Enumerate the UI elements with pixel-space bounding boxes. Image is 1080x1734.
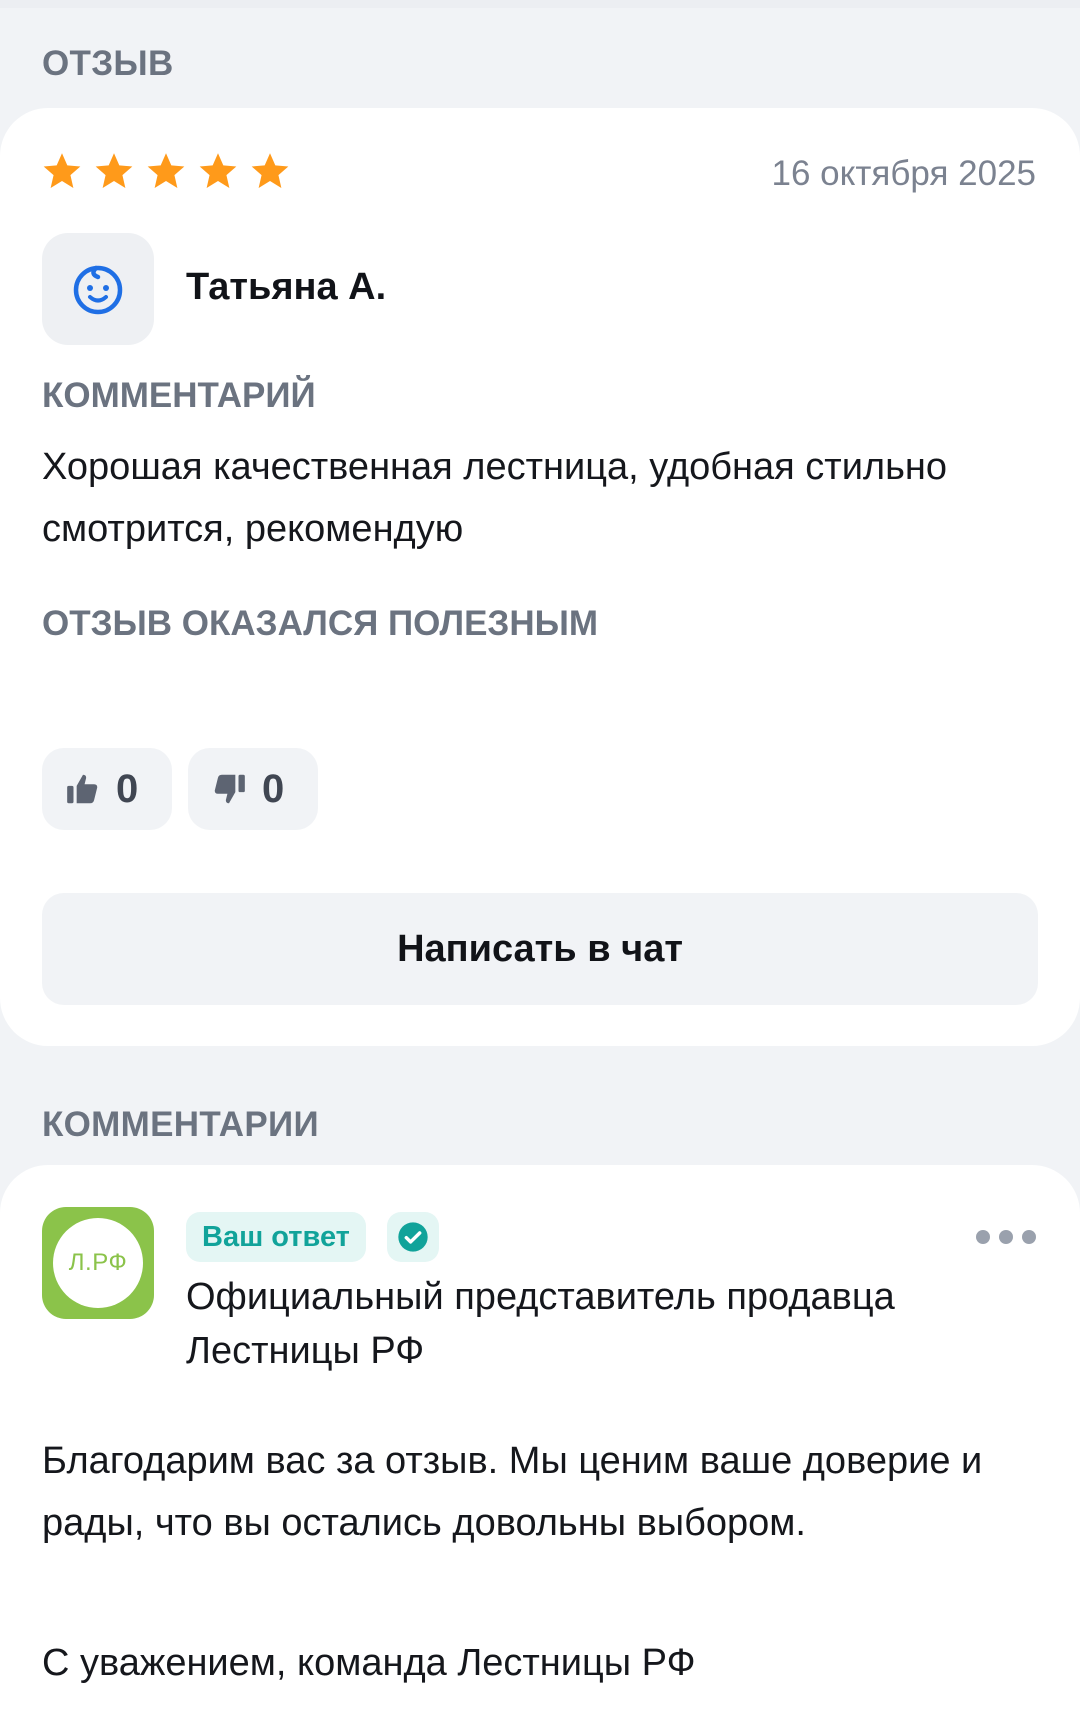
more-options-button[interactable]: [976, 1224, 1036, 1250]
star-icon: [199, 153, 237, 188]
avatar: [42, 233, 154, 345]
star-icon: [147, 153, 185, 188]
your-answer-badge: Ваш ответ: [186, 1212, 366, 1262]
helpful-heading: ОТЗЫВ ОКАЗАЛСЯ ПОЛЕЗНЫМ: [42, 604, 599, 643]
rating-stars: [40, 150, 292, 196]
write-to-chat-button[interactable]: Написать в чат: [42, 893, 1038, 1005]
review-date: 16 октября 2025: [771, 154, 1036, 193]
more-dots-icon: [976, 1230, 990, 1244]
seller-logo-text: Л.РФ: [53, 1218, 143, 1308]
seller-logo: Л.РФ: [42, 1207, 154, 1319]
review-page: ОТЗЫВ 16 октября 2025 Татьяна А. КОММЕНТ…: [0, 0, 1080, 1734]
baby-face-icon: [73, 265, 123, 315]
comments-section-heading: КОММЕНТАРИИ: [42, 1105, 319, 1144]
more-dot: [999, 1230, 1013, 1244]
seller-reply-text: Благодарим вас за отзыв. Мы ценим ваше д…: [42, 1440, 983, 1544]
like-count: 0: [116, 766, 139, 811]
like-button[interactable]: 0: [42, 748, 172, 830]
comment-heading: КОММЕНТАРИЙ: [42, 376, 316, 415]
dislike-count: 0: [262, 766, 285, 811]
verified-badge: [387, 1212, 439, 1262]
top-divider: [0, 0, 1080, 8]
dislike-button[interactable]: 0: [188, 748, 318, 830]
star-icon: [95, 153, 133, 188]
review-section-heading: ОТЗЫВ: [42, 44, 174, 83]
seller-reply-card: Л.РФ Ваш ответ Официальный представитель…: [0, 1165, 1080, 1734]
thumbs-up-icon: [67, 774, 98, 804]
seller-reply-signature: С уважением, команда Лестницы РФ: [42, 1642, 696, 1684]
author-name: Татьяна А.: [186, 266, 387, 308]
review-comment-text: Хорошая качественная лестница, удобная с…: [42, 446, 948, 550]
more-dot: [1022, 1230, 1036, 1244]
star-icon: [43, 153, 81, 188]
thumbs-down-icon: [214, 774, 245, 804]
check-circle-icon: [398, 1222, 428, 1252]
seller-representative-title: Официальный представитель продавца Лестн…: [186, 1276, 895, 1372]
star-icon: [251, 153, 289, 188]
review-card: 16 октября 2025 Татьяна А. КОММЕНТАРИЙ Х…: [0, 108, 1080, 1046]
